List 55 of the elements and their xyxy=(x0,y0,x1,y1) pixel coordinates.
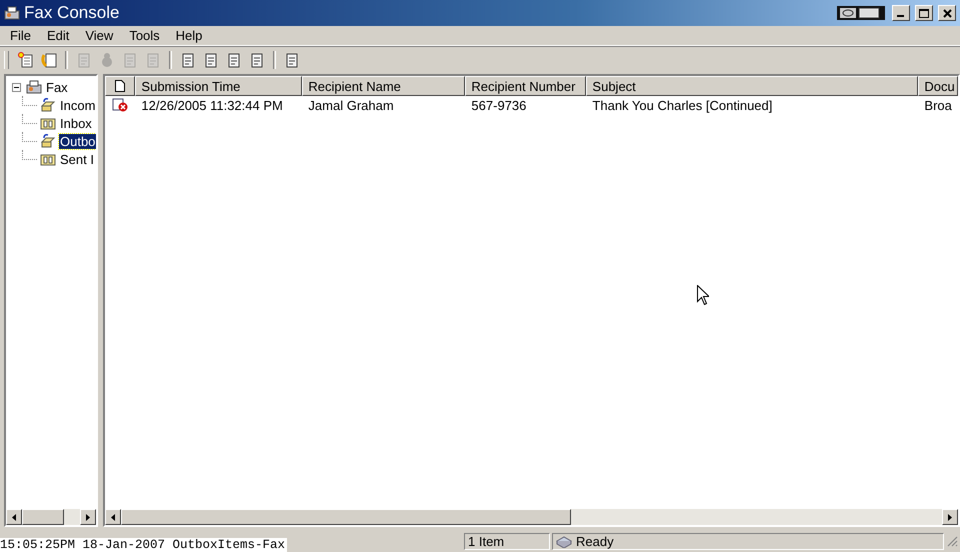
document-icon xyxy=(122,52,138,68)
window-tool-icon[interactable] xyxy=(837,6,885,20)
tree-item[interactable]: Inbox xyxy=(59,116,93,130)
document-icon xyxy=(203,52,219,68)
document-icon xyxy=(115,80,126,92)
right-arrow-icon xyxy=(86,514,90,520)
menu-item[interactable]: View xyxy=(77,28,122,43)
menu-item[interactable]: Tools xyxy=(121,28,168,43)
maximize-icon xyxy=(919,8,929,18)
collapse-icon[interactable] xyxy=(12,82,21,92)
mouse-cursor-icon xyxy=(697,285,710,305)
left-arrow-icon xyxy=(111,514,116,520)
document-icon xyxy=(226,52,242,68)
table-cell-text: Thank You Charles [Continued] xyxy=(591,98,774,112)
table-cell-text: 12/26/2005 11:32:44 PM xyxy=(140,98,284,112)
tree-item[interactable]: Fax xyxy=(45,80,69,94)
table-cell-text: Broa xyxy=(923,98,953,112)
right-arrow-icon xyxy=(948,514,952,520)
left-arrow-icon xyxy=(12,514,16,520)
document-icon xyxy=(145,52,161,68)
menu-item[interactable]: Help xyxy=(168,28,210,43)
minimize-button[interactable] xyxy=(892,5,910,21)
blob-icon xyxy=(99,52,115,68)
column-header[interactable]: Submission Time xyxy=(135,76,302,96)
document-icon xyxy=(284,52,300,68)
status-item-count: 1 Item xyxy=(464,532,550,550)
tree-item[interactable]: Sent I xyxy=(59,152,95,166)
column-header[interactable]: Recipient Number xyxy=(465,76,586,96)
document-icon xyxy=(180,52,196,68)
horizontal-scrollbar[interactable] xyxy=(105,509,958,525)
maximize-button[interactable] xyxy=(915,5,933,21)
status-text: Ready xyxy=(576,534,614,548)
column-header[interactable] xyxy=(105,76,136,96)
resize-grip-icon[interactable] xyxy=(946,535,958,547)
timestamp-overlay: 15:05:25PM 18-Jan-2007 OutboxItems-Fax xyxy=(0,538,288,552)
new-document-icon xyxy=(18,52,34,68)
document-icon xyxy=(76,52,92,68)
tray-icon xyxy=(40,97,56,113)
tray-icon xyxy=(40,133,56,149)
tree-item[interactable]: Incom xyxy=(59,98,96,112)
close-icon xyxy=(942,8,952,18)
document-icon xyxy=(249,52,265,68)
phone-card-icon xyxy=(41,52,57,68)
tree-item[interactable]: Outbo xyxy=(59,134,96,148)
close-button[interactable] xyxy=(938,5,956,21)
fax-error-icon xyxy=(112,98,128,112)
window-title: Fax Console xyxy=(24,3,120,23)
menu-item[interactable]: File xyxy=(2,28,39,43)
column-header[interactable]: Recipient Name xyxy=(302,76,466,96)
horizontal-scrollbar[interactable] xyxy=(6,509,96,525)
table-cell-text: Jamal Graham xyxy=(307,98,395,112)
column-header[interactable]: Docu xyxy=(918,76,958,96)
menu-item[interactable]: Edit xyxy=(38,28,78,43)
column-header[interactable]: Subject xyxy=(586,76,918,96)
table-cell-text: 567-9736 xyxy=(470,98,528,112)
